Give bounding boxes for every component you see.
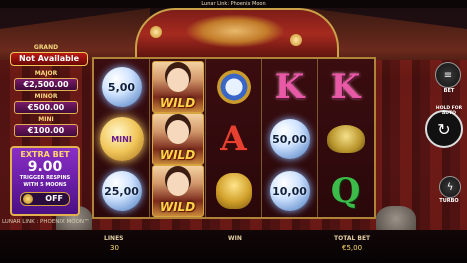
jackpot-mini: MINI €100.00: [10, 116, 82, 137]
letter-q-symbol: Q: [330, 171, 361, 211]
jackpot-mini-label: MINI: [38, 116, 54, 123]
jackpot-grand-label: GRAND: [33, 44, 59, 51]
moon-symbol: 10,00: [269, 171, 310, 211]
bottom-bar: LINES 30 WIN TOTAL BET €5,00: [0, 230, 467, 263]
toggle-knob-icon: [23, 194, 33, 204]
letter-k-symbol: K: [330, 67, 361, 107]
jackpot-minor-label: MINOR: [34, 93, 58, 100]
moon-symbol: 25,00: [101, 171, 142, 211]
empress-face-icon: [166, 68, 189, 92]
extra-bet-value: 9.00: [27, 159, 63, 175]
wild-symbol: WILD: [151, 165, 204, 217]
reel-4: K 50,00 10,00: [262, 59, 318, 217]
extra-bet-toggle-state: OFF: [45, 194, 63, 203]
win-label: WIN: [228, 235, 242, 242]
reel-3: A: [206, 59, 262, 217]
reel-cell: WILD: [150, 61, 205, 113]
empress-face-icon: [166, 172, 189, 196]
jackpot-minor-value: €500.00: [14, 101, 78, 114]
reel-cell: WILD: [150, 165, 205, 217]
reel-1: 5,00 MINI 25,00: [94, 59, 150, 217]
bet-label: BET: [443, 88, 455, 94]
extra-bet-description-2: WITH 5 MOONS: [23, 182, 67, 188]
moon-symbol: 50,00: [269, 119, 310, 159]
total-bet-label: TOTAL BET: [334, 235, 371, 242]
reel-cell: 5,00: [94, 61, 149, 113]
reel-cell: A: [206, 113, 261, 165]
letter-k-symbol: K: [274, 67, 305, 107]
money-toad-icon: [326, 125, 365, 153]
window-title: Lunar Link: Phoenix Moon: [0, 0, 467, 8]
extra-bet-title: EXTRA BET: [20, 150, 70, 159]
reel-cell: 10,00: [262, 165, 317, 217]
jackpot-major-label: MAJOR: [34, 70, 58, 77]
jackpot-major-value: €2,500.00: [14, 78, 78, 91]
hold-for-auto-label: HOLD FOR AUTO: [435, 106, 463, 116]
lines-label: LINES: [104, 235, 124, 242]
total-bet-value: €5,00: [342, 244, 363, 252]
jackpot-major: MAJOR €2,500.00: [10, 70, 82, 91]
lightning-icon: ϟ: [446, 181, 454, 193]
turbo-button[interactable]: ϟ: [439, 176, 461, 198]
extra-bet-panel: EXTRA BET 9.00 TRIGGER RESPINS WITH 5 MO…: [10, 146, 80, 216]
jackpot-grand: GRAND Not Available: [10, 44, 88, 66]
reel-cell: WILD: [150, 113, 205, 165]
buddha-icon: [215, 173, 252, 209]
lines-value: 30: [110, 244, 119, 252]
mini-moon-symbol: MINI: [99, 117, 144, 161]
reel-cell: [318, 113, 373, 165]
clock-icon: [216, 70, 251, 104]
bet-button[interactable]: ≡: [435, 62, 461, 88]
jackpot-minor: MINOR €500.00: [10, 93, 82, 114]
reel-cell: K: [318, 61, 373, 113]
jackpot-mini-value: €100.00: [14, 124, 78, 137]
phoenix-emblem: [185, 14, 285, 48]
reel-2: WILD WILD WILD: [150, 59, 206, 217]
letter-a-symbol: A: [220, 119, 247, 159]
reel-5: K Q: [318, 59, 374, 217]
extra-bet-description-1: TRIGGER RESPINS: [19, 175, 71, 181]
wild-label: WILD: [159, 96, 196, 110]
golden-orb-right: [290, 34, 302, 46]
right-controls: ≡ BET ↻ HOLD FOR AUTO ϟ TURBO: [425, 56, 467, 216]
reel-cell: K: [262, 61, 317, 113]
reel-cell: MINI: [94, 113, 149, 165]
jackpot-grand-value: Not Available: [10, 52, 88, 66]
reel-cell: 50,00: [262, 113, 317, 165]
reel-cell: Q: [318, 165, 373, 217]
extra-bet-toggle[interactable]: OFF: [20, 192, 70, 206]
wild-label: WILD: [159, 200, 196, 214]
empress-face-icon: [166, 120, 189, 144]
refresh-icon: ↻: [437, 119, 451, 139]
wild-symbol: WILD: [151, 113, 204, 165]
moon-symbol: 5,00: [101, 67, 142, 107]
reel-cell: [206, 165, 261, 217]
reel-grid: 5,00 MINI 25,00 WILD WILD WILD A K 50,00…: [92, 57, 376, 219]
reel-cell: 25,00: [94, 165, 149, 217]
reel-cell: [206, 61, 261, 113]
turbo-label: TURBO: [439, 198, 459, 204]
wild-symbol: WILD: [151, 61, 204, 113]
coin-stack-icon: ≡: [443, 69, 453, 81]
wild-label: WILD: [159, 148, 196, 162]
golden-orb-left: [150, 26, 162, 38]
game-name-label: LUNAR LINK : PHOENIX MOON™: [2, 219, 90, 225]
